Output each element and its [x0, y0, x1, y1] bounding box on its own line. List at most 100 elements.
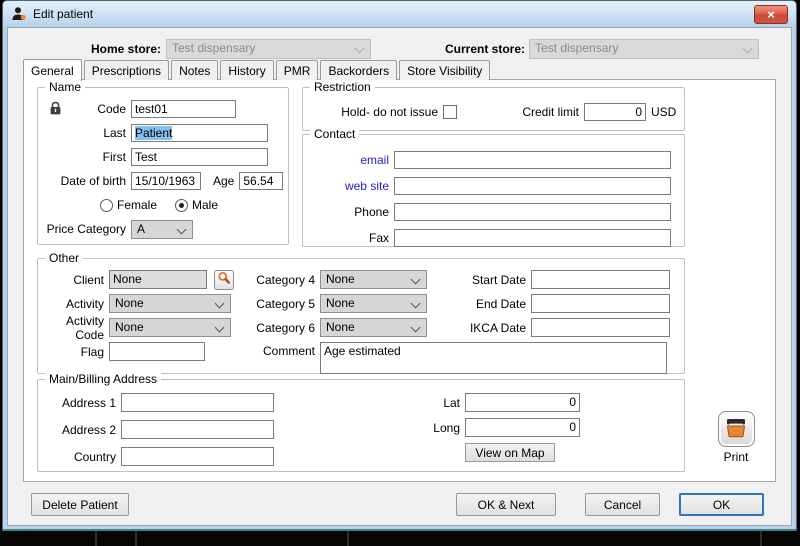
ikca-date-input[interactable]: [531, 318, 670, 337]
home-store-value: Test dispensary: [172, 41, 255, 55]
price-category-select[interactable]: A: [131, 220, 193, 239]
view-on-map-button[interactable]: View on Map: [465, 443, 555, 462]
start-date-input[interactable]: [531, 270, 670, 289]
taskbar-divider: [135, 531, 137, 546]
price-category-value: A: [137, 222, 145, 236]
cancel-button[interactable]: Cancel: [585, 493, 660, 516]
address-group: Main/Billing Address Address 1 Address 2…: [37, 379, 685, 472]
print-button[interactable]: [718, 411, 755, 447]
print-control: Print: [707, 411, 765, 464]
chevron-down-icon: [411, 299, 421, 309]
male-radio[interactable]: [175, 199, 188, 212]
close-icon: ×: [767, 7, 775, 22]
chevron-down-icon: [411, 275, 421, 285]
address1-input[interactable]: [121, 393, 274, 412]
activity-label: Activity: [38, 297, 104, 311]
current-store-label: Current store:: [388, 42, 525, 56]
female-radio[interactable]: [100, 199, 113, 212]
hold-label: Hold- do not issue: [303, 105, 438, 119]
phone-input[interactable]: [394, 203, 671, 221]
contact-group: Contact email web site Phone: [302, 134, 685, 247]
home-store-select[interactable]: Test dispensary: [166, 39, 371, 59]
end-date-input[interactable]: [531, 294, 670, 313]
taskbar-divider: [347, 531, 349, 546]
close-button[interactable]: ×: [754, 5, 788, 24]
age-label: Age: [213, 174, 234, 188]
category4-label: Category 4: [228, 273, 315, 287]
category4-select[interactable]: None: [320, 270, 427, 289]
titlebar[interactable]: Edit patient ×: [3, 1, 796, 27]
first-name-input[interactable]: Test: [131, 148, 268, 166]
taskbar-divider: [760, 531, 762, 546]
window-title: Edit patient: [33, 7, 93, 21]
fax-input[interactable]: [394, 229, 671, 247]
ok-next-button[interactable]: OK & Next: [456, 493, 556, 516]
dob-input[interactable]: 15/10/1963: [131, 172, 201, 190]
home-store-label: Home store:: [8, 42, 161, 56]
activity-select[interactable]: None: [109, 294, 231, 313]
client-label: Client: [38, 273, 104, 287]
category6-label: Category 6: [228, 321, 315, 335]
contact-group-legend: Contact: [310, 127, 359, 141]
activity-value: None: [115, 296, 144, 310]
chevron-down-icon: [411, 323, 421, 333]
ikca-date-label: IKCA Date: [438, 321, 526, 335]
category6-select[interactable]: None: [320, 318, 427, 337]
activity-code-label: Activity Code: [38, 314, 104, 342]
taskbar-divider: [95, 531, 97, 546]
activity-code-value: None: [115, 320, 144, 334]
price-category-label: Price Category: [38, 222, 126, 236]
chevron-down-icon: [355, 44, 365, 54]
last-name-label: Last: [38, 126, 126, 140]
tab-history[interactable]: History: [220, 60, 273, 80]
website-link[interactable]: web site: [303, 179, 389, 193]
tab-panel-general: Name Code test01 Last: [23, 79, 776, 482]
tab-notes[interactable]: Notes: [171, 60, 218, 80]
long-input[interactable]: 0: [465, 418, 580, 437]
flag-label: Flag: [38, 345, 104, 359]
delete-patient-button[interactable]: Delete Patient: [31, 493, 129, 516]
male-label: Male: [192, 198, 218, 212]
start-date-label: Start Date: [438, 273, 526, 287]
comment-label: Comment: [228, 344, 315, 358]
female-label: Female: [117, 198, 157, 212]
hold-checkbox[interactable]: [443, 105, 457, 119]
tab-general[interactable]: General: [23, 59, 82, 81]
address2-input[interactable]: [121, 420, 274, 439]
email-link[interactable]: email: [303, 153, 389, 167]
phone-label: Phone: [303, 205, 389, 219]
address-group-legend: Main/Billing Address: [45, 372, 161, 386]
restriction-group: Restriction Hold- do not issue Credit li…: [302, 87, 685, 131]
lat-input[interactable]: 0: [465, 393, 580, 412]
activity-code-select[interactable]: None: [109, 318, 231, 337]
patient-icon: [11, 6, 27, 22]
country-input[interactable]: [121, 447, 274, 466]
currency-label: USD: [651, 105, 676, 119]
tab-pmr[interactable]: PMR: [276, 60, 319, 80]
tab-prescriptions[interactable]: Prescriptions: [84, 60, 169, 80]
client-input[interactable]: None: [109, 270, 207, 289]
code-input[interactable]: test01: [131, 100, 236, 118]
comment-input[interactable]: Age estimated: [320, 342, 667, 374]
print-label: Print: [707, 450, 765, 464]
credit-limit-label: Credit limit: [517, 105, 579, 119]
flag-input[interactable]: [109, 342, 205, 361]
current-store-value: Test dispensary: [535, 41, 618, 55]
current-store-select[interactable]: Test dispensary: [529, 39, 759, 59]
website-input[interactable]: [394, 177, 671, 195]
tab-backorders[interactable]: Backorders: [320, 60, 397, 80]
address2-label: Address 2: [38, 423, 116, 437]
chevron-down-icon: [743, 44, 753, 54]
category5-select[interactable]: None: [320, 294, 427, 313]
age-input[interactable]: 56.54: [239, 172, 283, 190]
ok-button[interactable]: OK: [679, 493, 764, 516]
category5-value: None: [326, 296, 355, 310]
tab-store-visibility[interactable]: Store Visibility: [399, 60, 490, 80]
lat-label: Lat: [388, 396, 460, 410]
email-input[interactable]: [394, 151, 671, 169]
credit-limit-input[interactable]: 0: [584, 103, 646, 121]
category4-value: None: [326, 272, 355, 286]
dialog-body: Home store: Test dispensary Current stor…: [7, 27, 792, 526]
edit-patient-window: Edit patient × Home store: Test dispensa…: [2, 0, 797, 531]
last-name-input[interactable]: Patient: [131, 124, 268, 142]
